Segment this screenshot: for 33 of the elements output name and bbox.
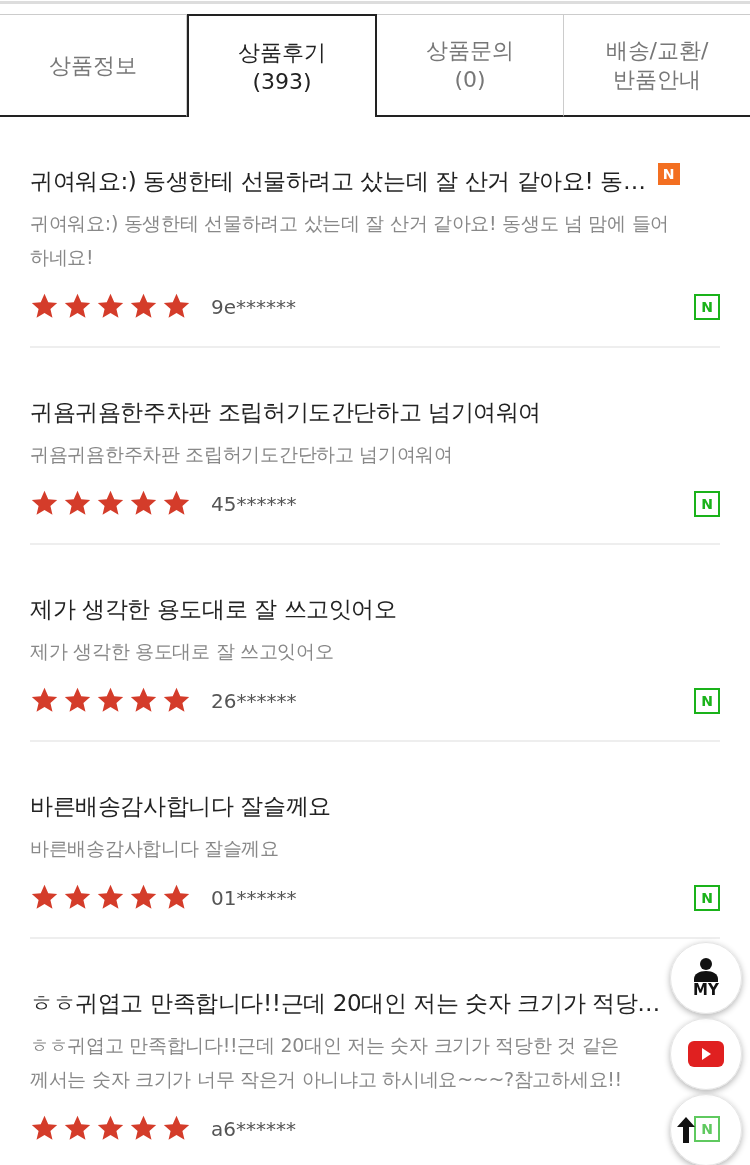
tab[interactable]: 상품정보 [0,14,187,117]
source-badge: N [694,884,720,911]
person-icon [693,958,719,982]
review-title[interactable]: 귀욤귀욤한주차판 조립허기도간단하고 넘기여워여 [30,395,542,429]
source-badge: N [694,293,720,320]
tab[interactable]: 상품후기 (393) [187,14,377,117]
review-text: 하네요! [30,245,94,270]
source-badge: N [694,490,720,517]
reviewer-id: 45****** [211,491,297,516]
review-title[interactable]: ㅎㅎ귀엽고 만족합니다!!근데 20대인 저는 숫자 크기가 적당… [30,986,660,1020]
new-badge: N [657,163,680,185]
review-text: ㅎㅎ귀엽고 만족합니다!!근데 20대인 저는 숫자 크기가 적당한 것 같은 [30,1033,620,1058]
review-title[interactable]: 바른배송감사합니다 잘슬께요 [30,789,331,823]
review-text: 제가 생각한 용도대로 잘 쓰고잇어오 [30,639,334,664]
tab[interactable]: 배송/교환/ 반품안내 [564,14,750,117]
source-badge: N [694,1115,720,1142]
reviewer-id: 01****** [211,885,297,910]
scroll-top-button[interactable] [670,1094,742,1165]
review-title[interactable]: 제가 생각한 용도대로 잘 쓰고잇어오 [30,592,397,626]
reviewer-id: 9e****** [211,294,297,319]
tab[interactable]: 상품문의 (0) [377,14,564,117]
reviewer-id: a6****** [211,1116,296,1141]
video-button[interactable] [670,1018,742,1090]
my-page-button[interactable]: MY [670,942,742,1014]
reviewer-id: 26****** [211,688,297,713]
review-title[interactable]: 귀여워요:) 동생한테 선물하려고 샀는데 잘 산거 같아요! 동… [30,164,646,198]
source-badge: N [694,687,720,714]
play-icon [688,1041,724,1067]
review-text: 귀여워요:) 동생한테 선물하려고 샀는데 잘 산거 같아요! 동생도 넘 맘에 들어 [30,211,669,236]
review-text: 께서는 숫자 크기가 너무 작은거 아니냐고 하시네요~~~?참고하세요!! [30,1067,622,1092]
review-text: 귀욤귀욤한주차판 조립허기도간단하고 넘기여워여 [30,442,453,467]
up-arrow-icon [674,1115,698,1145]
review-text: 바른배송감사합니다 잘슬께요 [30,836,279,861]
